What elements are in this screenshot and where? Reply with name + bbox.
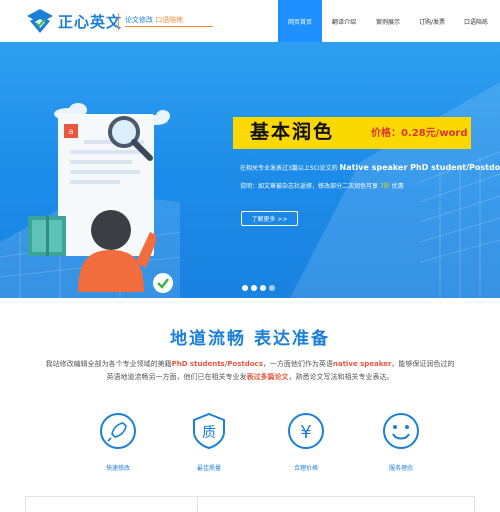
tagline-divider <box>118 13 119 30</box>
tagline-part2: 口语陪练 <box>155 16 184 24</box>
feature-label: 合理价格 <box>293 465 318 472</box>
p2-highlight-b: 表过多篇论文 <box>246 373 289 381</box>
tagline-underline <box>125 26 213 27</box>
nav-home[interactable]: 网页首页 <box>278 0 322 42</box>
page: 正心英文 论文修改 口语陪练 网页首页 翻译介绍 案例展示 订购/发票 口语陪练 <box>0 0 500 512</box>
bottom-content-box <box>25 496 475 512</box>
feature-service[interactable]: 服务理念 <box>376 412 426 472</box>
smile-icon <box>383 413 419 449</box>
section-paragraph-line1: 我站修改编辑全部为各个专业领域的美籍PhD students/Postdocs，… <box>0 359 500 369</box>
service-title: 基本润色 <box>250 121 335 143</box>
feature-fair-price[interactable]: ¥ 合理价格 <box>281 412 331 472</box>
logo-graduation-cap-icon[interactable] <box>26 8 54 34</box>
feature-fast-edit[interactable]: 快速修改 <box>93 412 143 472</box>
p2-text-a: 英语地道流畅另一方面，他们已在相关专业发 <box>106 373 247 381</box>
p1-highlight-b: PhD students/Postdocs <box>171 360 263 368</box>
p2-text-c: ，熟悉论文写法和相关专业表达。 <box>288 373 394 381</box>
p1-text-a: 我站修改编辑全部为各个专业领域的美籍 <box>45 360 172 368</box>
document-logo-icon: a <box>64 124 78 138</box>
nav-speaking[interactable]: 口语陪练 <box>454 0 498 42</box>
note-prefix: 说明：如文章被杂志社返修，修改部分二次润色可享 <box>240 183 379 190</box>
yen-icon: ¥ <box>288 413 324 449</box>
svg-text:质: 质 <box>202 425 216 441</box>
description-prefix: 在相关专业发表过3篇以上SCI论文的 <box>240 165 338 172</box>
carousel-dots <box>242 285 275 291</box>
service-note: 说明：如文章被杂志社返修，修改部分二次润色可享 7折 优惠 <box>240 181 404 190</box>
person-icon <box>78 210 156 292</box>
section-paragraph-line2: 英语地道流畅另一方面，他们已在相关专业发表过多篇论文，熟悉论文写法和相关专业表达… <box>0 372 500 382</box>
p1-text-c: ，一方面他们作为英语 <box>262 360 333 368</box>
tagline-part1: 论文修改 <box>125 16 153 24</box>
feature-best-quality[interactable]: 质 最佳质量 <box>184 412 234 472</box>
carousel-dot[interactable] <box>242 285 248 291</box>
book-icon <box>28 216 66 256</box>
magnifier-icon <box>108 116 153 161</box>
service-price: 价格：0.28元/word <box>371 128 468 139</box>
feature-label: 快速修改 <box>105 465 130 472</box>
discount-highlight: 7折 <box>379 183 390 190</box>
svg-text:¥: ¥ <box>300 422 311 443</box>
p1-highlight-d: native speaker <box>332 360 392 368</box>
section-title: 地道流畅 表达准备 <box>170 329 330 349</box>
carousel-dot[interactable] <box>251 285 257 291</box>
nav-cases[interactable]: 案例展示 <box>366 0 410 42</box>
main-nav: 网页首页 翻译介绍 案例展示 订购/发票 口语陪练 <box>278 0 498 42</box>
learn-more-button[interactable]: 了解更多 >> <box>241 211 298 226</box>
note-suffix: 优惠 <box>391 183 404 190</box>
site-header: 正心英文 论文修改 口语陪练 网页首页 翻译介绍 案例展示 订购/发票 口语陪练 <box>0 0 500 42</box>
check-icon <box>153 273 173 293</box>
tagline: 论文修改 口语陪练 <box>125 15 213 27</box>
nav-translation[interactable]: 翻译介绍 <box>322 0 366 42</box>
rocket-icon <box>100 413 136 449</box>
brand-name[interactable]: 正心英文 <box>58 11 122 32</box>
nav-order[interactable]: 订购/发票 <box>410 0 454 42</box>
service-description: 在相关专业发表过3篇以上SCI论文的 Native speaker PhD st… <box>240 163 500 172</box>
feature-label: 服务理念 <box>388 465 413 472</box>
quality-badge-icon: 质 <box>193 412 225 450</box>
carousel-dot[interactable] <box>260 285 266 291</box>
native-speaker-highlight: Native speaker PhD student/Postdocs <box>339 163 500 172</box>
bottom-box-divider <box>197 496 198 512</box>
carousel-dot[interactable] <box>269 285 275 291</box>
feature-label: 最佳质量 <box>196 465 221 472</box>
p1-text-e: ，能够保证润色过的 <box>391 360 455 368</box>
